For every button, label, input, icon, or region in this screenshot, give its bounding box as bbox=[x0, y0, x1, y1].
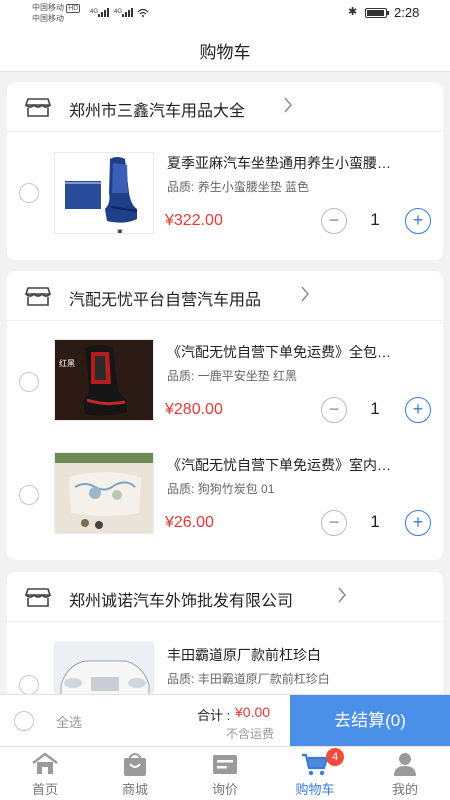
item-checkbox[interactable] bbox=[19, 675, 39, 695]
quantity-plus-button[interactable]: + bbox=[405, 397, 431, 423]
select-all-checkbox[interactable] bbox=[14, 711, 34, 731]
svg-text:4G: 4G bbox=[90, 9, 98, 15]
quantity-plus-button[interactable]: + bbox=[405, 208, 431, 234]
chevron-right-icon[interactable] bbox=[337, 586, 347, 609]
tab-label: 询价 bbox=[211, 782, 238, 797]
quantity-value[interactable]: 1 bbox=[365, 399, 385, 419]
shop-card: 郑州市三鑫汽车用品大全 ▣ 夏季亚麻汽车坐垫通用养生小蛮腰… 品质: 养生小蛮腰… bbox=[7, 82, 443, 260]
shop-header[interactable]: 郑州诚诺汽车外饰批发有限公司 bbox=[7, 572, 443, 622]
tab-bar: 首页 商城 询价 4 购物车 我的 bbox=[0, 746, 450, 800]
cart-item: 《汽配无忧自营下单免运费》室内… 品质: 狗狗竹炭包 01 ¥26.00 − 1… bbox=[7, 437, 443, 550]
product-image-charcoal-bag[interactable] bbox=[54, 452, 154, 534]
tab-label: 我的 bbox=[391, 782, 418, 797]
product-image-seat-blue[interactable]: ▣ bbox=[54, 152, 154, 234]
tab-inquiry[interactable]: 询价 bbox=[180, 747, 270, 800]
svg-text:4G: 4G bbox=[114, 9, 122, 15]
quantity-value[interactable]: 1 bbox=[365, 210, 385, 230]
profile-icon bbox=[390, 751, 420, 777]
shop-name[interactable]: 汽配无忧平台自营汽车用品 bbox=[69, 286, 261, 310]
quantity-minus-button[interactable]: − bbox=[321, 510, 347, 536]
cart-item: ▣ 夏季亚麻汽车坐垫通用养生小蛮腰… 品质: 养生小蛮腰坐垫 蓝色 ¥322.0… bbox=[7, 137, 443, 250]
product-image-seat-red[interactable]: 红黑 bbox=[54, 339, 154, 421]
product-title[interactable]: 《汽配无忧自营下单免运费》全包… bbox=[167, 342, 429, 362]
svg-text:红黑: 红黑 bbox=[59, 358, 75, 368]
page-title: 购物车 bbox=[199, 43, 251, 62]
cart-badge: 4 bbox=[326, 748, 344, 766]
shipping-note: 不含运费 bbox=[226, 727, 275, 741]
store-icon bbox=[24, 96, 52, 123]
tab-cart[interactable]: 4 购物车 bbox=[270, 747, 360, 800]
shop-header[interactable]: 郑州市三鑫汽车用品大全 bbox=[7, 82, 443, 132]
cart-item: 红黑 《汽配无忧自营下单免运费》全包… 品质: 一鹿平安坐垫 红黑 ¥280.0… bbox=[7, 324, 443, 437]
chevron-right-icon[interactable] bbox=[300, 285, 310, 308]
product-title[interactable]: 丰田霸道原厂款前杠珍白 bbox=[167, 645, 429, 665]
signal-icon: 4G 4G bbox=[90, 6, 150, 20]
shop-card: 汽配无忧平台自营汽车用品 红黑 《汽配无忧自营下单免运费》全包… 品质: 一鹿平… bbox=[7, 271, 443, 560]
product-title[interactable]: 夏季亚麻汽车坐垫通用养生小蛮腰… bbox=[167, 153, 429, 173]
select-all-label[interactable]: 全选 bbox=[56, 712, 82, 731]
product-title[interactable]: 《汽配无忧自营下单免运费》室内… bbox=[167, 455, 429, 475]
bluetooth-icon: ✱ bbox=[348, 6, 358, 18]
quantity-plus-button[interactable]: + bbox=[405, 510, 431, 536]
product-spec: 品质: 狗狗竹炭包 01 bbox=[167, 482, 275, 496]
product-price: ¥280.00 bbox=[165, 401, 223, 418]
tab-label: 商城 bbox=[121, 782, 148, 797]
carrier-info: 中国移动 HD 中国移动 bbox=[32, 3, 81, 23]
checkout-bar: 全选 合计 : ¥0.00 不含运费 去结算(0) bbox=[0, 694, 450, 747]
tab-label: 首页 bbox=[31, 782, 58, 797]
tab-profile[interactable]: 我的 bbox=[360, 747, 450, 800]
item-checkbox[interactable] bbox=[19, 485, 39, 505]
total-label: 合计 : bbox=[197, 708, 231, 723]
item-checkbox[interactable] bbox=[19, 372, 39, 392]
svg-text:▣: ▣ bbox=[117, 229, 123, 234]
inquiry-icon bbox=[210, 751, 240, 777]
shop-name[interactable]: 郑州诚诺汽车外饰批发有限公司 bbox=[69, 587, 293, 611]
product-spec: 品质: 养生小蛮腰坐垫 蓝色 bbox=[167, 180, 310, 194]
shop-bag-icon bbox=[120, 751, 150, 777]
item-checkbox[interactable] bbox=[19, 183, 39, 203]
product-price: ¥26.00 bbox=[165, 514, 214, 531]
chevron-right-icon[interactable] bbox=[283, 96, 293, 119]
shop-header[interactable]: 汽配无忧平台自营汽车用品 bbox=[7, 271, 443, 321]
header: 购物车 bbox=[0, 26, 450, 72]
clock: 2:28 bbox=[394, 5, 420, 20]
status-bar: 中国移动 HD 中国移动 4G 4G ✱ 2:28 bbox=[0, 0, 450, 26]
product-spec: 品质: 一鹿平安坐垫 红黑 bbox=[167, 369, 298, 383]
tab-home[interactable]: 首页 bbox=[0, 747, 90, 800]
product-price: ¥322.00 bbox=[165, 212, 223, 229]
shop-name[interactable]: 郑州市三鑫汽车用品大全 bbox=[69, 97, 245, 121]
quantity-minus-button[interactable]: − bbox=[321, 208, 347, 234]
tab-label: 购物车 bbox=[295, 782, 335, 797]
quantity-minus-button[interactable]: − bbox=[321, 397, 347, 423]
total-amount: ¥0.00 bbox=[235, 704, 271, 720]
store-icon bbox=[24, 285, 52, 312]
store-icon bbox=[24, 586, 52, 613]
quantity-value[interactable]: 1 bbox=[365, 512, 385, 532]
battery-icon bbox=[365, 8, 389, 18]
tab-mall[interactable]: 商城 bbox=[90, 747, 180, 800]
home-icon bbox=[30, 751, 60, 777]
product-spec: 品质: 丰田霸道原厂款前杠珍白 bbox=[167, 672, 330, 686]
checkout-button[interactable]: 去结算(0) bbox=[290, 695, 450, 747]
